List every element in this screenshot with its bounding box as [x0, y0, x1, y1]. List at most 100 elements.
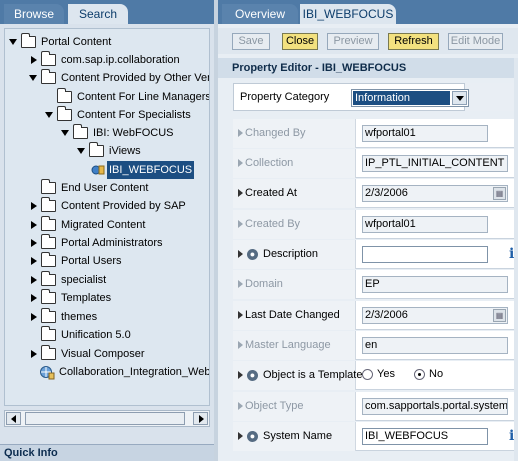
- folder-icon: [41, 234, 56, 249]
- tab-search[interactable]: Search: [68, 4, 128, 24]
- expand-icon[interactable]: [29, 75, 37, 81]
- description-input[interactable]: [362, 246, 488, 263]
- property-label: Description: [263, 248, 319, 260]
- property-label-cell: Collection: [233, 149, 356, 178]
- property-label-cell: Last Date Changed: [233, 301, 356, 330]
- last-date-changed-field: 2/3/2006 ▦: [362, 307, 508, 324]
- collapse-icon[interactable]: [31, 350, 37, 358]
- property-row-created-by: Created By wfportal01: [233, 210, 518, 239]
- collapse-icon[interactable]: [31, 276, 37, 284]
- tree-node-label: themes: [61, 311, 98, 323]
- dropdown-button[interactable]: [452, 91, 467, 105]
- property-row-domain: Domain EP: [233, 270, 518, 299]
- collapse-icon[interactable]: [31, 313, 37, 321]
- property-label: Collection: [245, 157, 294, 169]
- template-yes-label: Yes: [377, 368, 395, 380]
- tree-node-label: Unification 5.0: [61, 329, 131, 341]
- property-label: Master Language: [245, 339, 331, 351]
- quick-info-header[interactable]: Quick Info: [0, 444, 214, 461]
- last-date-changed-value: 2/3/2006: [365, 309, 408, 321]
- close-button[interactable]: Close: [282, 33, 318, 50]
- editor-title: Property Editor - IBI_WEBFOCUS: [218, 58, 518, 78]
- collapse-icon[interactable]: [31, 257, 37, 265]
- property-row-object-type: Object Type com.sapportals.portal.system: [233, 392, 518, 421]
- property-category-row: Property Category Information: [233, 83, 518, 111]
- expand-property-icon[interactable]: [238, 129, 243, 137]
- property-category-select[interactable]: Information: [351, 89, 469, 107]
- folder-icon: [41, 326, 56, 341]
- template-yes-radio[interactable]: [362, 369, 373, 380]
- expand-property-icon[interactable]: [238, 311, 243, 319]
- expand-icon[interactable]: [9, 39, 17, 45]
- scrollbar-thumb[interactable]: [25, 412, 185, 425]
- expand-property-icon[interactable]: [238, 250, 243, 258]
- tree-node-label: IBI: WebFOCUS: [93, 127, 174, 139]
- collapse-icon[interactable]: [31, 239, 37, 247]
- template-no-label: No: [429, 368, 444, 380]
- calendar-icon[interactable]: ▦: [493, 309, 506, 322]
- collapse-icon[interactable]: [31, 202, 37, 210]
- property-row-master-language: Master Language en: [233, 331, 518, 360]
- translatable-icon: ●: [247, 249, 258, 260]
- property-row-collection: Collection IP_PTL_INITIAL_CONTENT: [233, 149, 518, 178]
- property-label-cell: Object Type: [233, 392, 356, 421]
- tab-overview[interactable]: Overview: [222, 4, 298, 24]
- tab-browse[interactable]: Browse: [4, 4, 64, 24]
- expand-property-icon[interactable]: [238, 371, 243, 379]
- folder-icon: [41, 271, 56, 286]
- property-label: Object Type: [245, 400, 304, 412]
- expand-property-icon[interactable]: [238, 432, 243, 440]
- expand-property-icon[interactable]: [238, 220, 243, 228]
- horizontal-scrollbar[interactable]: [4, 410, 210, 427]
- tab-ibi-webfocus[interactable]: IBI_WEBFOCUS: [300, 4, 396, 24]
- content-tree: Portal Content com.sap.ip.collaboration …: [4, 28, 210, 406]
- refresh-button[interactable]: Refresh: [388, 33, 439, 50]
- folder-icon: [41, 216, 56, 231]
- save-button[interactable]: Save: [232, 33, 270, 50]
- expand-property-icon[interactable]: [238, 280, 243, 288]
- folder-icon: [41, 197, 56, 212]
- arrow-left-icon: [11, 415, 16, 423]
- expand-icon[interactable]: [45, 112, 53, 118]
- tree-node-label: Portal Content: [41, 36, 112, 48]
- expand-property-icon[interactable]: [238, 189, 243, 197]
- collapse-icon[interactable]: [31, 221, 37, 229]
- tree-node-label: Migrated Content: [61, 219, 146, 231]
- template-no-radio[interactable]: [414, 369, 425, 380]
- property-label-cell: Changed By: [233, 119, 356, 148]
- calendar-icon[interactable]: ▦: [493, 187, 506, 200]
- expand-property-icon[interactable]: [238, 341, 243, 349]
- portal-catalog-pane: Browse Search Portal Content com.sap.ip.…: [0, 0, 214, 461]
- right-tab-bar: Overview IBI_WEBFOCUS: [218, 0, 518, 24]
- property-row-changed-by: Changed By wfportal01: [233, 119, 518, 148]
- expand-icon[interactable]: [61, 130, 69, 136]
- property-row-system-name: ● System Name IBI_WEBFOCUS i: [233, 422, 518, 451]
- collapse-icon[interactable]: [31, 56, 37, 64]
- property-label: Domain: [245, 278, 283, 290]
- domain-value: EP: [362, 276, 508, 293]
- collapse-icon[interactable]: [31, 294, 37, 302]
- property-row-last-date-changed: Last Date Changed 2/3/2006 ▦: [233, 301, 518, 330]
- expand-property-icon[interactable]: [238, 159, 243, 167]
- tree-node-label: End User Content: [61, 182, 149, 194]
- expand-icon[interactable]: [77, 148, 85, 154]
- scroll-left-button[interactable]: [6, 412, 21, 425]
- edit-mode-button[interactable]: Edit Mode: [448, 33, 503, 50]
- folder-icon: [41, 252, 56, 267]
- created-at-value: 2/3/2006: [365, 187, 408, 199]
- tree-node-label: Content Provided by Other Vend: [61, 72, 210, 84]
- folder-icon: [89, 142, 104, 157]
- folder-icon: [57, 106, 72, 121]
- collection-value: IP_PTL_INITIAL_CONTENT: [362, 155, 508, 172]
- property-row-object-is-template: ● Object is a Template Yes No: [233, 361, 518, 390]
- property-label-cell: ● System Name: [233, 422, 356, 451]
- scroll-right-button[interactable]: [193, 412, 208, 425]
- editor-toolbar: Save Close Preview Refresh Edit Mode: [218, 28, 518, 54]
- property-label: Changed By: [245, 127, 306, 139]
- property-label-cell: Master Language: [233, 331, 356, 360]
- expand-property-icon[interactable]: [238, 402, 243, 410]
- system-name-input[interactable]: IBI_WEBFOCUS: [362, 428, 488, 445]
- preview-button[interactable]: Preview: [327, 33, 379, 50]
- tree-node-label: iViews: [109, 145, 141, 157]
- vertical-scrollbar[interactable]: [514, 58, 518, 461]
